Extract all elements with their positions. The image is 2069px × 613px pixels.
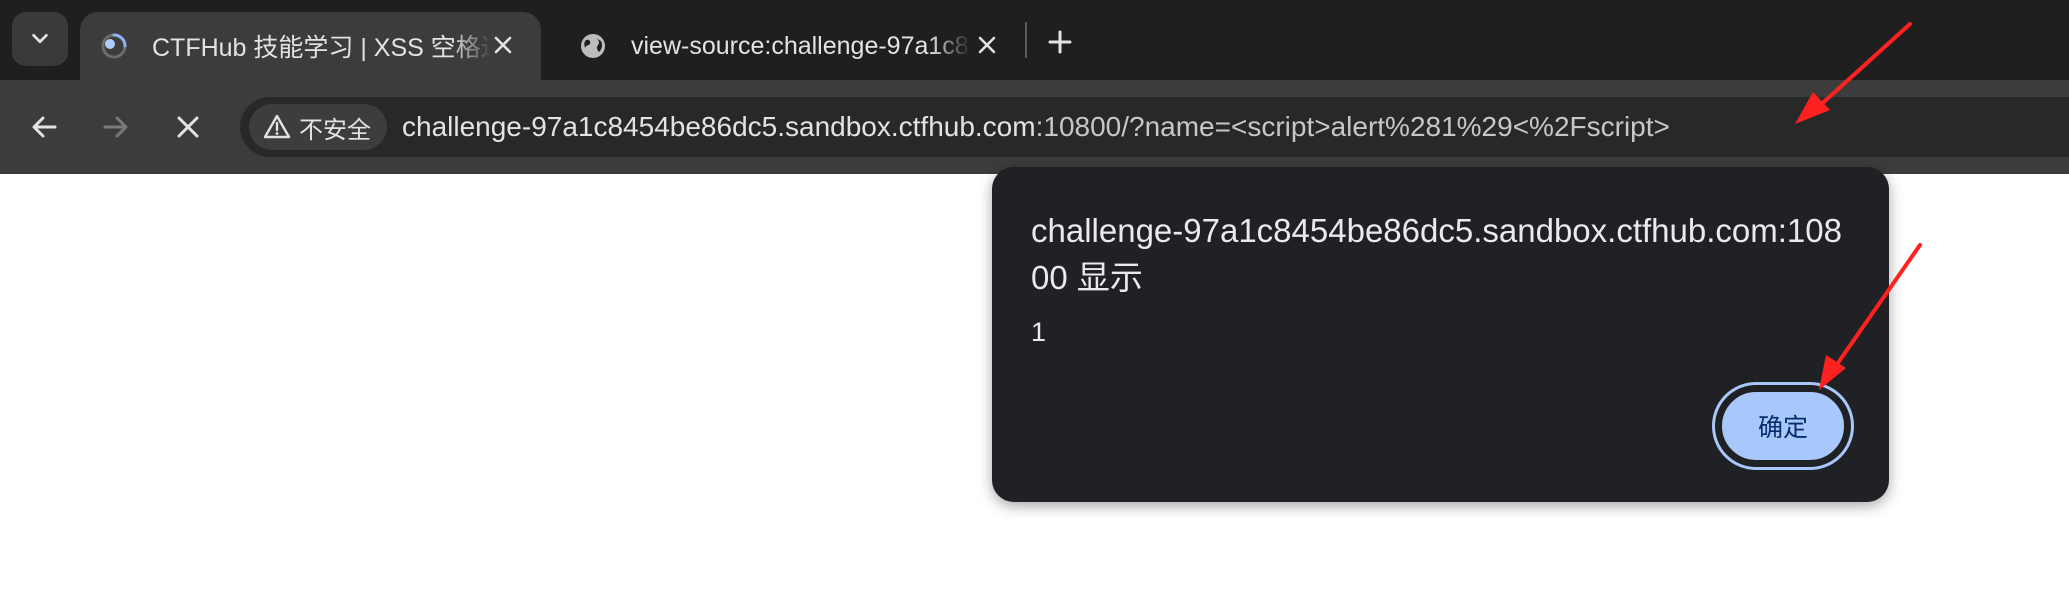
url-path: :10800/?name=<script>alert%281%29<%2Fscr…: [1035, 111, 1670, 142]
warning-triangle-icon: [263, 114, 291, 140]
stop-loading-button[interactable]: [165, 104, 211, 150]
forward-button[interactable]: [93, 104, 139, 150]
arrow-right-icon: [103, 116, 128, 138]
ok-button-focus-ring: 确定: [1712, 382, 1854, 470]
url-host: challenge-97a1c8454be86dc5.sandbox.ctfhu…: [402, 111, 1036, 142]
tab-separator: [1025, 22, 1027, 58]
dialog-title: challenge-97a1c8454be86dc5.sandbox.ctfhu…: [1031, 212, 1842, 296]
toolbar: 不安全 challenge-97a1c8454be86dc5.sandbox.c…: [0, 80, 2069, 174]
tab-title: view-source:challenge-97a1c8454be86dc5: [631, 31, 971, 60]
close-icon: [177, 116, 199, 138]
tab-title: CTFHub 技能学习 | XSS 空格过滤: [152, 34, 492, 62]
chevron-down-icon: [32, 33, 48, 44]
ok-button[interactable]: 确定: [1720, 390, 1846, 462]
globe-icon: [577, 30, 609, 62]
alert-dialog: challenge-97a1c8454be86dc5.sandbox.ctfhu…: [992, 167, 1889, 502]
back-button[interactable]: [21, 104, 67, 150]
arrow-left-icon: [32, 116, 57, 138]
loading-spinner-icon: [98, 30, 130, 62]
tab-search-button[interactable]: [12, 12, 68, 66]
url-text[interactable]: challenge-97a1c8454be86dc5.sandbox.ctfhu…: [402, 97, 1670, 157]
address-bar[interactable]: 不安全 challenge-97a1c8454be86dc5.sandbox.c…: [240, 97, 2069, 157]
close-icon[interactable]: [486, 28, 520, 62]
dialog-message: 1: [1031, 317, 1047, 347]
plus-icon: [1048, 30, 1072, 54]
security-label: 不安全: [299, 116, 371, 144]
close-icon[interactable]: [970, 28, 1004, 62]
tab-ctfhub[interactable]: CTFHub 技能学习 | XSS 空格过滤: [80, 12, 541, 80]
security-indicator[interactable]: 不安全: [249, 104, 387, 150]
new-tab-button[interactable]: [1040, 22, 1080, 62]
tab-strip: CTFHub 技能学习 | XSS 空格过滤 view-source:chall…: [0, 0, 2069, 80]
tab-view-source[interactable]: view-source:challenge-97a1c8454be86dc5: [565, 12, 1015, 80]
